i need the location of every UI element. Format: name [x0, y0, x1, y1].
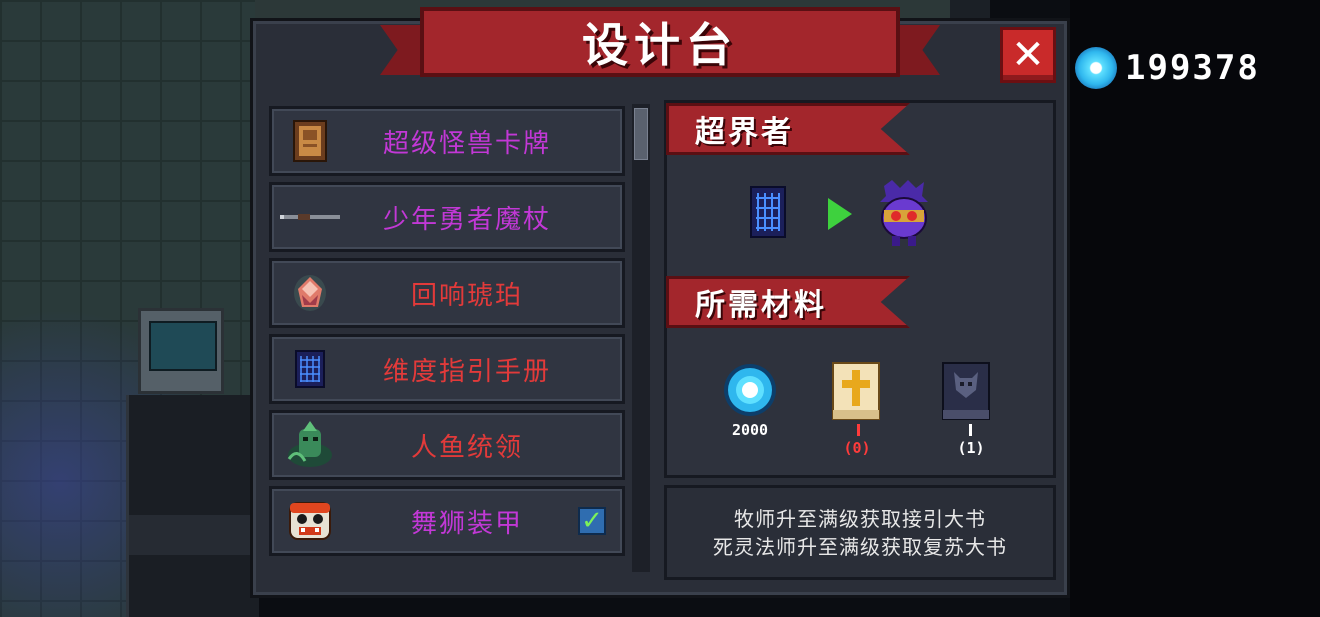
recipe-label: 舞狮装甲	[410, 508, 523, 539]
material-tick	[969, 424, 972, 436]
list-item[interactable]: 回响琥珀	[269, 258, 625, 328]
source-item-icon	[750, 186, 786, 242]
title-banner: 设计台	[420, 7, 900, 77]
page-title: 设计台	[582, 18, 738, 72]
list-item[interactable]: 少年勇者魔杖	[269, 182, 625, 252]
recipe-label: 回响琥珀	[410, 280, 523, 311]
merfolk-leader-icon	[280, 415, 340, 475]
dark-area	[1070, 0, 1320, 617]
lion-dance-armor-icon	[280, 491, 340, 551]
recipe-label: 维度指引手册	[382, 356, 551, 387]
amber-icon	[280, 263, 340, 323]
recipe-label: 人鱼统领	[410, 432, 523, 463]
holy-book-icon	[832, 362, 880, 424]
materials-title-tag: 所需材料	[666, 276, 910, 328]
list-item[interactable]: 维度指引手册	[269, 334, 625, 404]
list-item[interactable]: 超级怪兽卡牌	[269, 106, 625, 176]
arrow-right-icon	[828, 198, 852, 234]
list-scrollbar[interactable]	[632, 104, 650, 572]
wall-pillar	[950, 0, 990, 20]
recipe-label: 少年勇者魔杖	[382, 204, 551, 235]
result-title: 超界者	[695, 115, 794, 150]
computer-terminal	[138, 308, 224, 394]
scrollbar-thumb[interactable]	[634, 108, 648, 160]
currency-display: 199378	[1075, 47, 1260, 89]
desk-shelf	[129, 515, 259, 555]
material-amount: 2000	[731, 421, 769, 439]
materials-title: 所需材料	[695, 288, 827, 323]
list-item[interactable]: 舞狮装甲 ✓	[269, 486, 625, 556]
desk	[126, 395, 259, 617]
dimension-manual-icon	[280, 339, 340, 399]
material-amount: (0)	[843, 439, 871, 457]
list-item[interactable]: 人鱼统领	[269, 410, 625, 480]
terminal-screen	[149, 321, 217, 371]
dark-book-icon	[942, 362, 990, 424]
material-amount: (1)	[957, 439, 985, 457]
material-tick	[857, 424, 860, 436]
title-ribbon: 设计台	[380, 5, 940, 90]
result-title-tag: 超界者	[666, 103, 910, 155]
hint-line: 牧师升至满级获取接引大书	[734, 506, 986, 531]
close-icon: ✕	[1011, 32, 1045, 78]
result-character-icon	[872, 180, 936, 252]
gem-icon	[722, 362, 778, 422]
check-icon: ✓	[578, 507, 606, 535]
recipe-list[interactable]: 超级怪兽卡牌 少年勇者魔杖 回响琥珀 维度指引手册 人鱼统领 舞狮装甲 ✓	[266, 100, 644, 573]
hint-line: 死灵法师升至满级获取复苏大书	[713, 534, 1007, 559]
hint-box: 牧师升至满级获取接引大书 死灵法师升至满级获取复苏大书	[664, 485, 1056, 580]
gem-icon	[1075, 47, 1117, 89]
gem-amount: 199378	[1125, 48, 1260, 88]
monster-card-icon	[280, 111, 340, 171]
recipe-label: 超级怪兽卡牌	[382, 128, 551, 159]
close-button[interactable]: ✕	[1000, 27, 1056, 83]
wand-icon	[280, 187, 340, 247]
